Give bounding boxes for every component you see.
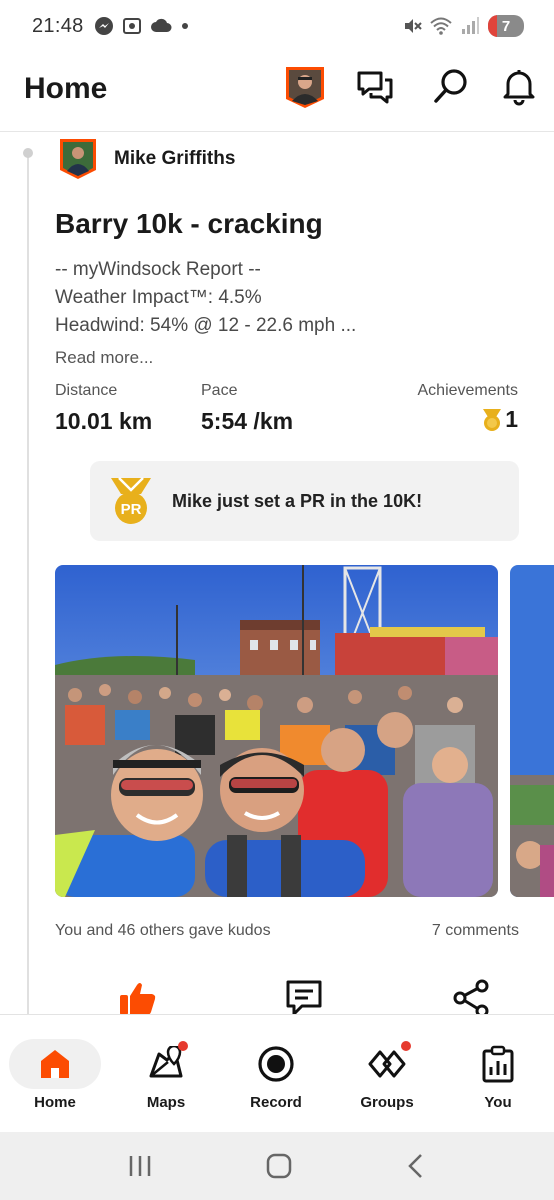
notification-dot-icon <box>181 23 188 29</box>
home-button-icon[interactable] <box>266 1153 292 1179</box>
description-line: -- myWindsock Report -- <box>55 259 261 280</box>
svg-text:PR: PR <box>121 501 142 518</box>
athlete-avatar[interactable] <box>58 137 98 180</box>
messages-icon[interactable] <box>355 67 395 107</box>
signal-icon <box>462 17 479 34</box>
activity-photo[interactable] <box>55 565 498 897</box>
pr-achievement-card[interactable]: PR Mike just set a PR in the 10K! <box>90 461 519 541</box>
profile-avatar[interactable] <box>284 65 326 109</box>
comments-count[interactable]: 7 comments <box>432 922 519 940</box>
home-icon <box>41 1050 69 1078</box>
achievements-label: Achievements <box>417 382 519 399</box>
back-icon[interactable] <box>405 1153 427 1179</box>
nav-label: Home <box>34 1094 76 1111</box>
status-bar: 21:48 7 <box>0 0 554 52</box>
kudos-thumbs-up-icon[interactable] <box>118 978 158 1018</box>
groups-icon <box>368 1050 406 1078</box>
distance-value: 10.01 km <box>55 408 153 434</box>
feed-timeline-line <box>27 152 29 1014</box>
kudos-summary[interactable]: You and 46 others gave kudos <box>55 922 271 940</box>
activity-title[interactable]: Barry 10k - cracking <box>55 208 323 240</box>
nav-home[interactable]: Home <box>9 1039 101 1111</box>
description-line: Weather Impact™: 4.5% <box>55 287 262 308</box>
record-icon <box>258 1046 294 1082</box>
distance-label: Distance <box>55 382 118 399</box>
achievement-medal-icon <box>483 408 502 431</box>
pr-message: Mike just set a PR in the 10K! <box>172 490 423 511</box>
activity-photo-next[interactable] <box>510 565 554 897</box>
notifications-bell-icon[interactable] <box>499 67 539 107</box>
nav-maps[interactable]: Maps <box>120 1039 212 1111</box>
messenger-icon <box>94 17 113 35</box>
nav-groups[interactable]: Groups <box>341 1039 433 1111</box>
cloud-icon <box>150 18 172 32</box>
page-title: Home <box>24 72 108 105</box>
wifi-icon <box>430 17 452 35</box>
pace-value: 5:54 /km <box>201 408 294 434</box>
system-navigation-bar <box>0 1132 554 1200</box>
status-time: 21:48 <box>32 14 84 37</box>
comment-icon[interactable] <box>284 978 324 1018</box>
description-line: Headwind: 54% @ 12 - 22.6 mph ... <box>55 315 357 336</box>
athlete-header[interactable]: Mike Griffiths <box>58 137 235 180</box>
nav-you[interactable]: You <box>452 1039 544 1111</box>
feed-timeline-dot <box>23 148 33 158</box>
maps-new-badge <box>178 1041 188 1051</box>
nav-label: You <box>484 1094 512 1111</box>
nav-label: Groups <box>360 1094 414 1111</box>
recent-apps-icon[interactable] <box>127 1154 153 1178</box>
read-more-link[interactable]: Read more... <box>55 348 153 368</box>
groups-new-badge <box>401 1041 411 1051</box>
battery-indicator: 7 <box>488 15 524 37</box>
maps-icon <box>149 1046 183 1078</box>
you-icon <box>482 1045 514 1083</box>
activity-description: -- myWindsock Report -- Weather Impact™:… <box>55 256 356 340</box>
bottom-navigation: Home Maps Record Groups You <box>0 1014 554 1132</box>
achievements-count: 1 <box>481 406 518 433</box>
share-icon[interactable] <box>451 978 491 1018</box>
screenshot-icon <box>122 18 141 34</box>
mute-icon <box>405 19 422 33</box>
app-header: Home <box>0 52 554 132</box>
nav-label: Maps <box>146 1094 186 1111</box>
pr-medal-icon: PR <box>111 477 151 524</box>
pace-label: Pace <box>201 382 238 399</box>
search-icon[interactable] <box>431 67 471 107</box>
nav-label: Record <box>250 1094 302 1111</box>
nav-record[interactable]: Record <box>230 1039 322 1111</box>
athlete-name[interactable]: Mike Griffiths <box>114 148 235 170</box>
